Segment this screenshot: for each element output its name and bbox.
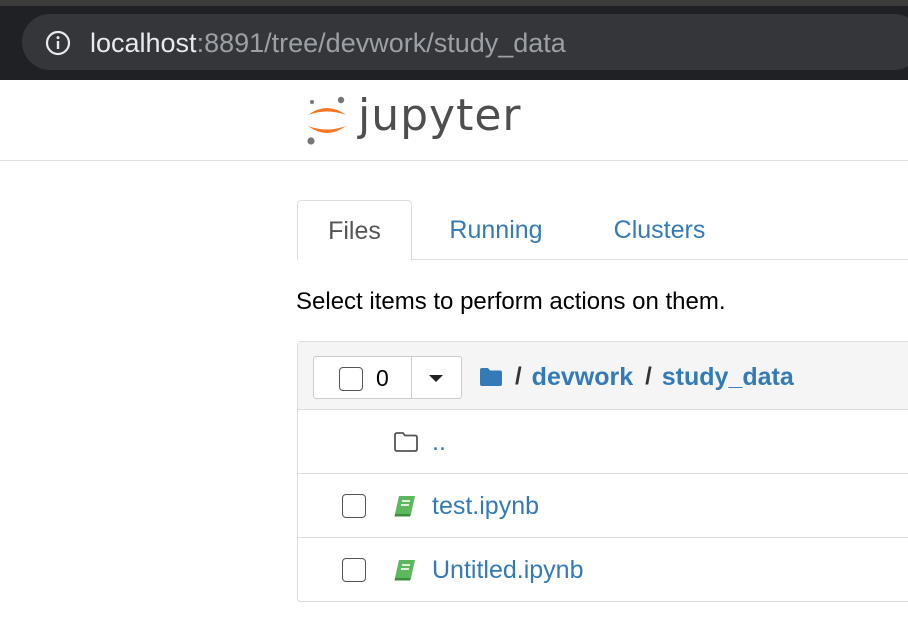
breadcrumb-separator: / <box>645 363 652 390</box>
file-link[interactable]: test.ipynb <box>432 490 539 522</box>
folder-icon[interactable] <box>479 367 503 387</box>
file-list-panel: 0 / devwork / study_data .. test.ipynb U… <box>297 341 908 602</box>
file-link[interactable]: Untitled.ipynb <box>432 554 583 586</box>
row-checkbox[interactable] <box>342 558 366 582</box>
breadcrumb-separator: / <box>515 363 522 390</box>
parent-directory-link[interactable]: .. <box>432 426 446 458</box>
jupyter-logo-icon[interactable] <box>303 93 351 149</box>
info-circle-icon[interactable] <box>45 30 71 56</box>
tab-running[interactable]: Running <box>425 200 567 260</box>
instructions-text: Select items to perform actions on them. <box>296 288 726 315</box>
tab-bar: Files Running Clusters <box>297 200 908 261</box>
notebook-icon <box>394 560 415 581</box>
caret-down-icon[interactable] <box>429 375 443 382</box>
row-checkbox[interactable] <box>342 494 366 518</box>
breadcrumb-devwork[interactable]: devwork <box>532 363 633 392</box>
list-item-parent[interactable]: .. <box>298 410 908 474</box>
select-all-checkbox[interactable] <box>339 367 363 391</box>
notebook-icon <box>394 496 415 517</box>
url-path: :8891/tree/devwork/study_data <box>196 28 566 58</box>
selected-count: 0 <box>376 365 389 391</box>
address-url[interactable]: localhost:8891/tree/devwork/study_data <box>90 26 566 60</box>
select-divider <box>411 357 412 398</box>
url-host: localhost <box>90 28 197 58</box>
breadcrumb: / devwork / study_data <box>479 360 806 394</box>
list-item: Untitled.ipynb <box>298 538 908 602</box>
tab-files[interactable]: Files <box>297 200 412 261</box>
list-item: test.ipynb <box>298 474 908 538</box>
tab-strip-edge <box>0 0 908 6</box>
folder-open-icon <box>394 432 418 452</box>
file-list-header: 0 / devwork / study_data <box>298 342 908 410</box>
select-all-group: 0 <box>313 356 462 399</box>
breadcrumb-study-data[interactable]: study_data <box>662 363 794 392</box>
tab-clusters[interactable]: Clusters <box>587 200 732 260</box>
jupyter-logo-text[interactable]: jupyter <box>358 90 522 142</box>
